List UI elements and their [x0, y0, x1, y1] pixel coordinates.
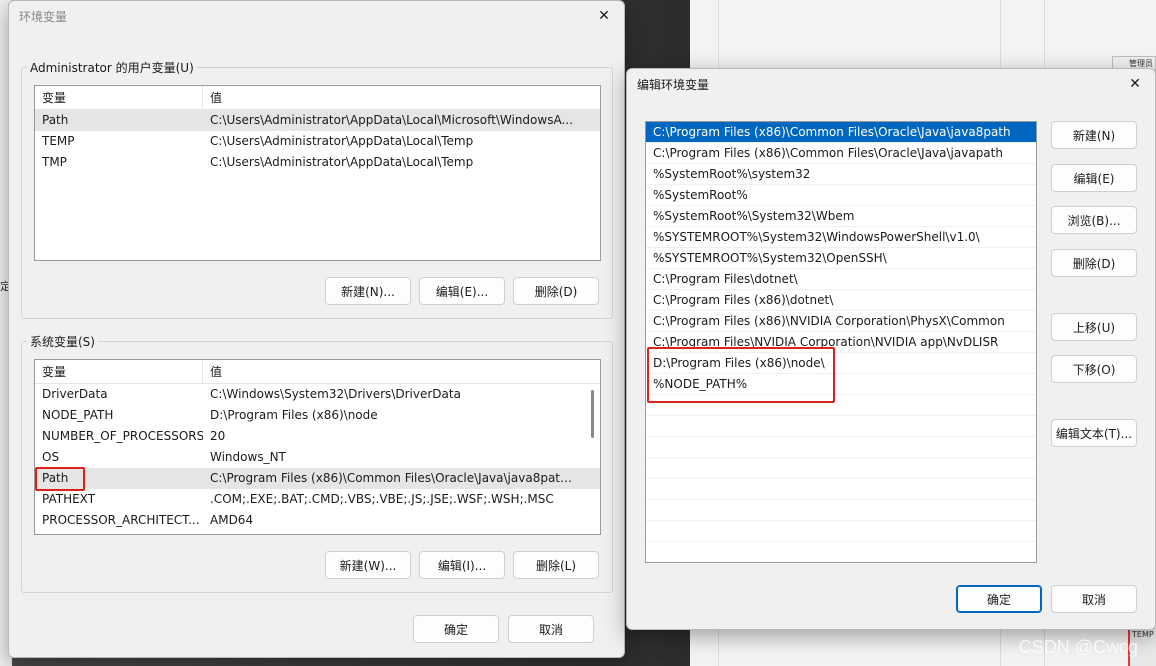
highlight-box: [647, 347, 835, 403]
list-item[interactable]: %SYSTEMROOT%\System32\OpenSSH\: [646, 248, 1036, 269]
dialog-titlebar: 环境变量 ✕: [9, 1, 624, 31]
system-variables-list[interactable]: 变量 值 DriverData C:\Windows\System32\Driv…: [34, 359, 601, 535]
variable-name: PROCESSOR_ARCHITECT...: [42, 513, 200, 527]
system-variables-label: 系统变量(S): [27, 333, 98, 350]
column-header-value[interactable]: 值: [203, 86, 222, 109]
move-up-button[interactable]: 上移(U): [1051, 313, 1137, 341]
variable-value: AMD64: [210, 513, 254, 527]
cancel-button[interactable]: 取消: [1051, 585, 1137, 613]
empty-list-item: [646, 416, 1036, 437]
close-icon[interactable]: ✕: [1125, 74, 1145, 94]
close-icon[interactable]: ✕: [594, 6, 614, 26]
table-row[interactable]: NUMBER_OF_PROCESSORS 20: [35, 426, 600, 447]
table-row[interactable]: Path C:\Program Files (x86)\Common Files…: [35, 468, 600, 489]
browse-button[interactable]: 浏览(B)...: [1051, 206, 1137, 234]
variable-value: .COM;.EXE;.BAT;.CMD;.VBS;.VBE;.JS;.JSE;.…: [210, 492, 554, 506]
list-item[interactable]: %SystemRoot%: [646, 185, 1036, 206]
table-row[interactable]: OS Windows_NT: [35, 447, 600, 468]
edit-button[interactable]: 编辑(E): [1051, 164, 1137, 192]
new-button[interactable]: 新建(N): [1051, 121, 1137, 149]
variable-value: C:\Users\Administrator\AppData\Local\Tem…: [210, 134, 474, 148]
list-item[interactable]: %SystemRoot%\System32\Wbem: [646, 206, 1036, 227]
background-right-top-text: 管理员: [1129, 59, 1153, 68]
list-header: 变量 值: [35, 360, 600, 384]
system-edit-button[interactable]: 编辑(I)...: [419, 551, 505, 579]
list-item[interactable]: C:\Program Files\dotnet\: [646, 269, 1036, 290]
variable-name: OS: [42, 450, 60, 464]
vertical-scrollbar[interactable]: [591, 390, 594, 438]
column-header-variable[interactable]: 变量: [35, 86, 203, 109]
variable-value: 20: [210, 429, 226, 443]
table-row[interactable]: TEMP C:\Users\Administrator\AppData\Loca…: [35, 131, 600, 152]
move-down-button[interactable]: 下移(O): [1051, 355, 1137, 383]
variable-value: C:\Users\Administrator\AppData\Local\Mic…: [210, 113, 573, 127]
empty-list-item: [646, 458, 1036, 479]
edit-environment-variable-dialog: 编辑环境变量 ✕ C:\Program Files (x86)\Common F…: [626, 68, 1156, 630]
ok-button[interactable]: 确定: [413, 615, 499, 643]
list-item[interactable]: C:\Program Files (x86)\Common Files\Orac…: [646, 143, 1036, 164]
empty-list-item: [646, 521, 1036, 542]
watermark: CSDN @Cwcg: [1018, 637, 1138, 657]
list-item[interactable]: C:\Program Files (x86)\dotnet\: [646, 290, 1036, 311]
variable-value: D:\Program Files (x86)\node: [210, 408, 378, 422]
empty-list-item: [646, 479, 1036, 500]
variable-value: C:\Windows\System32\Drivers\DriverData: [210, 387, 461, 401]
cancel-button[interactable]: 取消: [508, 615, 594, 643]
user-new-button[interactable]: 新建(N)...: [325, 277, 411, 305]
list-item[interactable]: %SYSTEMROOT%\System32\WindowsPowerShell\…: [646, 227, 1036, 248]
variable-name: TEMP: [42, 134, 75, 148]
table-row[interactable]: PATHEXT .COM;.EXE;.BAT;.CMD;.VBS;.VBE;.J…: [35, 489, 600, 510]
empty-list-item: [646, 542, 1036, 562]
variable-name: PATHEXT: [42, 492, 96, 506]
dialog-title: 编辑环境变量: [637, 77, 710, 92]
variable-name: NUMBER_OF_PROCESSORS: [42, 429, 203, 443]
environment-variables-dialog: 环境变量 ✕ Administrator 的用户变量(U) 变量 值 Path …: [8, 0, 625, 658]
user-variables-label: Administrator 的用户变量(U): [27, 59, 197, 76]
system-delete-button[interactable]: 删除(L): [513, 551, 599, 579]
user-delete-button[interactable]: 删除(D): [513, 277, 599, 305]
variable-value: C:\Program Files (x86)\Common Files\Orac…: [210, 471, 575, 485]
column-header-variable[interactable]: 变量: [35, 360, 203, 383]
list-header: 变量 值: [35, 86, 600, 110]
user-edit-button[interactable]: 编辑(E)...: [419, 277, 505, 305]
variable-name: Path: [42, 113, 69, 127]
ok-button[interactable]: 确定: [956, 585, 1042, 613]
dialog-titlebar: 编辑环境变量 ✕: [627, 69, 1155, 99]
edit-text-button[interactable]: 编辑文本(T)...: [1051, 419, 1137, 447]
dialog-title: 环境变量: [19, 9, 68, 24]
table-row[interactable]: DriverData C:\Windows\System32\Drivers\D…: [35, 384, 600, 405]
list-item[interactable]: C:\Program Files (x86)\NVIDIA Corporatio…: [646, 311, 1036, 332]
user-variables-list[interactable]: 变量 值 Path C:\Users\Administrator\AppData…: [34, 85, 601, 261]
highlight-box: [35, 467, 85, 491]
variable-name: NODE_PATH: [42, 408, 114, 422]
list-item[interactable]: %SystemRoot%\system32: [646, 164, 1036, 185]
empty-list-item: [646, 437, 1036, 458]
system-new-button[interactable]: 新建(W)...: [325, 551, 411, 579]
variable-name: DriverData: [42, 387, 108, 401]
column-header-value[interactable]: 值: [203, 360, 222, 383]
table-row[interactable]: NODE_PATH D:\Program Files (x86)\node: [35, 405, 600, 426]
variable-value: C:\Users\Administrator\AppData\Local\Tem…: [210, 155, 474, 169]
delete-button[interactable]: 删除(D): [1051, 249, 1137, 277]
table-row[interactable]: Path C:\Users\Administrator\AppData\Loca…: [35, 110, 600, 131]
empty-list-item: [646, 500, 1036, 521]
table-row[interactable]: PROCESSOR_ARCHITECT... AMD64: [35, 510, 600, 531]
variable-name: TMP: [42, 155, 67, 169]
list-item[interactable]: C:\Program Files (x86)\Common Files\Orac…: [646, 122, 1036, 143]
table-row[interactable]: TMP C:\Users\Administrator\AppData\Local…: [35, 152, 600, 173]
path-entries-list[interactable]: C:\Program Files (x86)\Common Files\Orac…: [645, 121, 1037, 563]
variable-value: Windows_NT: [210, 450, 286, 464]
